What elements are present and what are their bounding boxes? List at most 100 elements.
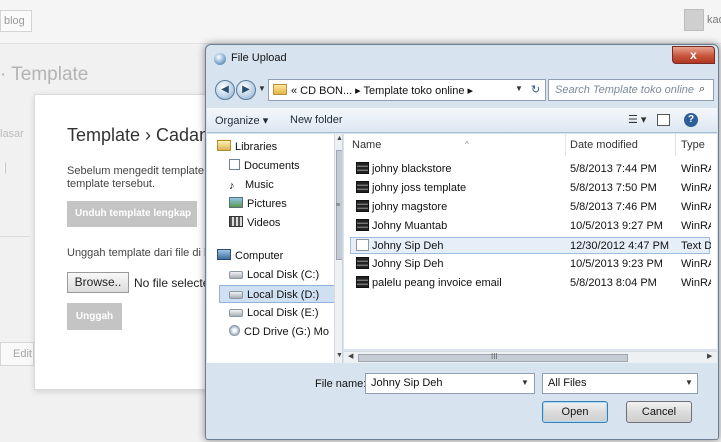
nav-item-videos[interactable]: Videos: [229, 214, 342, 232]
navigation-pane[interactable]: Libraries Documents ♪ Music Pictures Vide…: [207, 134, 343, 363]
file-date: 5/8/2013 7:44 PM: [570, 163, 657, 175]
file-type-select[interactable]: All Files ▼: [542, 373, 698, 394]
nav-item-music[interactable]: ♪ Music: [229, 176, 342, 194]
file-date: 10/5/2013 9:27 PM: [570, 220, 663, 232]
file-date: 5/8/2013 8:04 PM: [570, 277, 657, 289]
nav-item-local-disk-e[interactable]: Local Disk (E:): [229, 304, 342, 322]
address-bar[interactable]: « CD BON... ▸ Template toko online ▸ ▼ ↻: [268, 79, 546, 101]
address-path[interactable]: « CD BON... ▸ Template toko online ▸: [291, 84, 473, 97]
file-type: WinRAR Z: [681, 277, 711, 289]
winrar-archive-icon: [356, 200, 369, 212]
file-name-value[interactable]: Johny Sip Deh: [371, 377, 443, 389]
recent-locations-dropdown-icon[interactable]: ▼: [258, 84, 266, 93]
file-row[interactable]: palelu peang invoice email 5/8/2013 8:04…: [350, 275, 711, 292]
browse-button[interactable]: Browse..: [67, 272, 129, 293]
winrar-archive-icon: [356, 219, 369, 231]
navigation-scrollbar[interactable]: ▲ ≡ ▼: [334, 134, 342, 363]
nav-item-local-disk-c[interactable]: Local Disk (C:): [229, 266, 342, 284]
scroll-grip-icon: III: [491, 352, 498, 361]
file-upload-dialog: File Upload x ◀ ▶ ▼ « CD BON... ▸ Templa…: [205, 44, 719, 440]
music-icon: ♪: [229, 180, 235, 192]
nav-item-cd-drive-g[interactable]: CD Drive (G:) Mo: [229, 323, 333, 341]
column-label: Name: [352, 139, 382, 151]
download-template-button[interactable]: Unduh template lengkap: [67, 201, 197, 227]
background-page-title: · Template: [0, 64, 89, 85]
nav-item-label: Local Disk (E:): [247, 307, 319, 319]
dialog-title: File Upload: [231, 52, 287, 64]
search-placeholder[interactable]: Search Template toko online: [555, 84, 694, 96]
file-name-label: File name:: [315, 378, 367, 390]
file-name: Johny Muantab: [356, 218, 566, 235]
file-name-dropdown-icon[interactable]: ▼: [521, 378, 529, 387]
file-list-horizontal-scrollbar[interactable]: ◀ III ▶: [344, 351, 717, 363]
winrar-archive-icon: [356, 181, 369, 193]
file-list[interactable]: Name ^ Date modified Type johny blacksto…: [344, 134, 717, 349]
nav-item-documents[interactable]: Documents: [229, 157, 342, 175]
search-icon[interactable]: ⌕: [699, 83, 705, 96]
file-date: 10/5/2013 9:23 PM: [570, 258, 663, 270]
file-name: johny blackstore: [356, 161, 566, 178]
column-header-name[interactable]: Name ^: [352, 134, 566, 156]
blog-chip[interactable]: blog: [0, 10, 32, 32]
address-dropdown-icon[interactable]: ▼: [515, 84, 523, 93]
nav-item-local-disk-d[interactable]: Local Disk (D:): [219, 285, 335, 303]
file-type: WinRAR Z: [681, 163, 711, 175]
nav-item-pictures[interactable]: Pictures: [229, 195, 342, 213]
back-button[interactable]: ◀: [215, 80, 235, 100]
text-document-icon: [356, 239, 369, 251]
scroll-left-icon[interactable]: ◀: [348, 352, 353, 360]
file-row[interactable]: Johny Muantab 10/5/2013 9:27 PM WinRAR Z: [350, 218, 711, 235]
scroll-right-icon[interactable]: ▶: [707, 352, 712, 360]
file-row[interactable]: Johny Sip Deh 10/5/2013 9:23 PM WinRAR Z: [350, 256, 711, 273]
background-edit-button[interactable]: Edit: [0, 342, 34, 366]
hard-drive-icon: [229, 271, 243, 279]
nav-item-computer[interactable]: Computer: [217, 247, 342, 265]
file-name: palelu peang invoice email: [356, 275, 566, 292]
winrar-archive-icon: [356, 257, 369, 269]
nav-item-label: Local Disk (C:): [247, 269, 320, 281]
hard-drive-icon: [229, 309, 243, 317]
nav-item-libraries[interactable]: Libraries: [217, 138, 342, 156]
file-name-input[interactable]: Johny Sip Deh ▼: [365, 373, 535, 394]
column-header-date-modified[interactable]: Date modified: [570, 134, 676, 156]
file-name: Johny Sip Deh: [356, 256, 566, 273]
column-header-type[interactable]: Type: [681, 134, 717, 156]
forward-button[interactable]: ▶: [236, 80, 256, 100]
file-type: WinRAR Z: [681, 258, 711, 270]
refresh-icon[interactable]: ↻: [531, 83, 540, 96]
firefox-icon: [214, 53, 226, 65]
pictures-icon: [229, 197, 243, 208]
change-view-icon[interactable]: ☰ ▾: [628, 113, 646, 126]
file-type: Text Docu: [681, 240, 711, 252]
scroll-up-icon[interactable]: ▲: [336, 135, 342, 142]
upload-template-label: Unggah template dari file di ha: [67, 247, 217, 259]
background-side-text: lasar: [0, 128, 24, 140]
chevron-down-icon[interactable]: ▼: [685, 378, 693, 387]
user-avatar[interactable]: [684, 9, 704, 31]
file-row[interactable]: johny joss template 5/8/2013 7:50 PM Win…: [350, 180, 711, 197]
close-button[interactable]: x: [672, 46, 715, 64]
nav-item-label: Pictures: [247, 198, 287, 210]
search-box[interactable]: Search Template toko online ⌕: [548, 79, 714, 101]
scroll-down-icon[interactable]: ▼: [336, 352, 342, 359]
organize-menu[interactable]: Organize ▾: [215, 114, 268, 127]
help-icon[interactable]: ?: [684, 113, 698, 127]
documents-icon: [229, 159, 240, 170]
file-row-selected[interactable]: Johny Sip Deh 12/30/2012 4:47 PM Text Do…: [350, 237, 711, 254]
file-row[interactable]: johny blackstore 5/8/2013 7:44 PM WinRAR…: [350, 161, 711, 178]
scrollbar-thumb[interactable]: III: [358, 352, 628, 362]
nav-item-label: Local Disk (D:): [247, 289, 320, 301]
new-folder-button[interactable]: New folder: [290, 114, 343, 126]
file-name: johny joss template: [356, 180, 566, 197]
cancel-button[interactable]: Cancel: [626, 401, 692, 423]
nav-item-label: CD Drive (G:) Mo: [244, 326, 329, 338]
hard-drive-icon: [229, 291, 243, 299]
user-name[interactable]: kad: [707, 14, 721, 26]
preview-pane-icon[interactable]: [657, 114, 670, 126]
nav-item-label: Documents: [244, 160, 300, 172]
file-row[interactable]: johny magstore 5/8/2013 7:46 PM WinRAR Z: [350, 199, 711, 216]
cd-drive-icon: [229, 325, 240, 336]
open-button[interactable]: Open: [542, 401, 608, 423]
nav-item-label: Videos: [247, 217, 281, 229]
upload-button[interactable]: Unggah: [67, 303, 122, 330]
